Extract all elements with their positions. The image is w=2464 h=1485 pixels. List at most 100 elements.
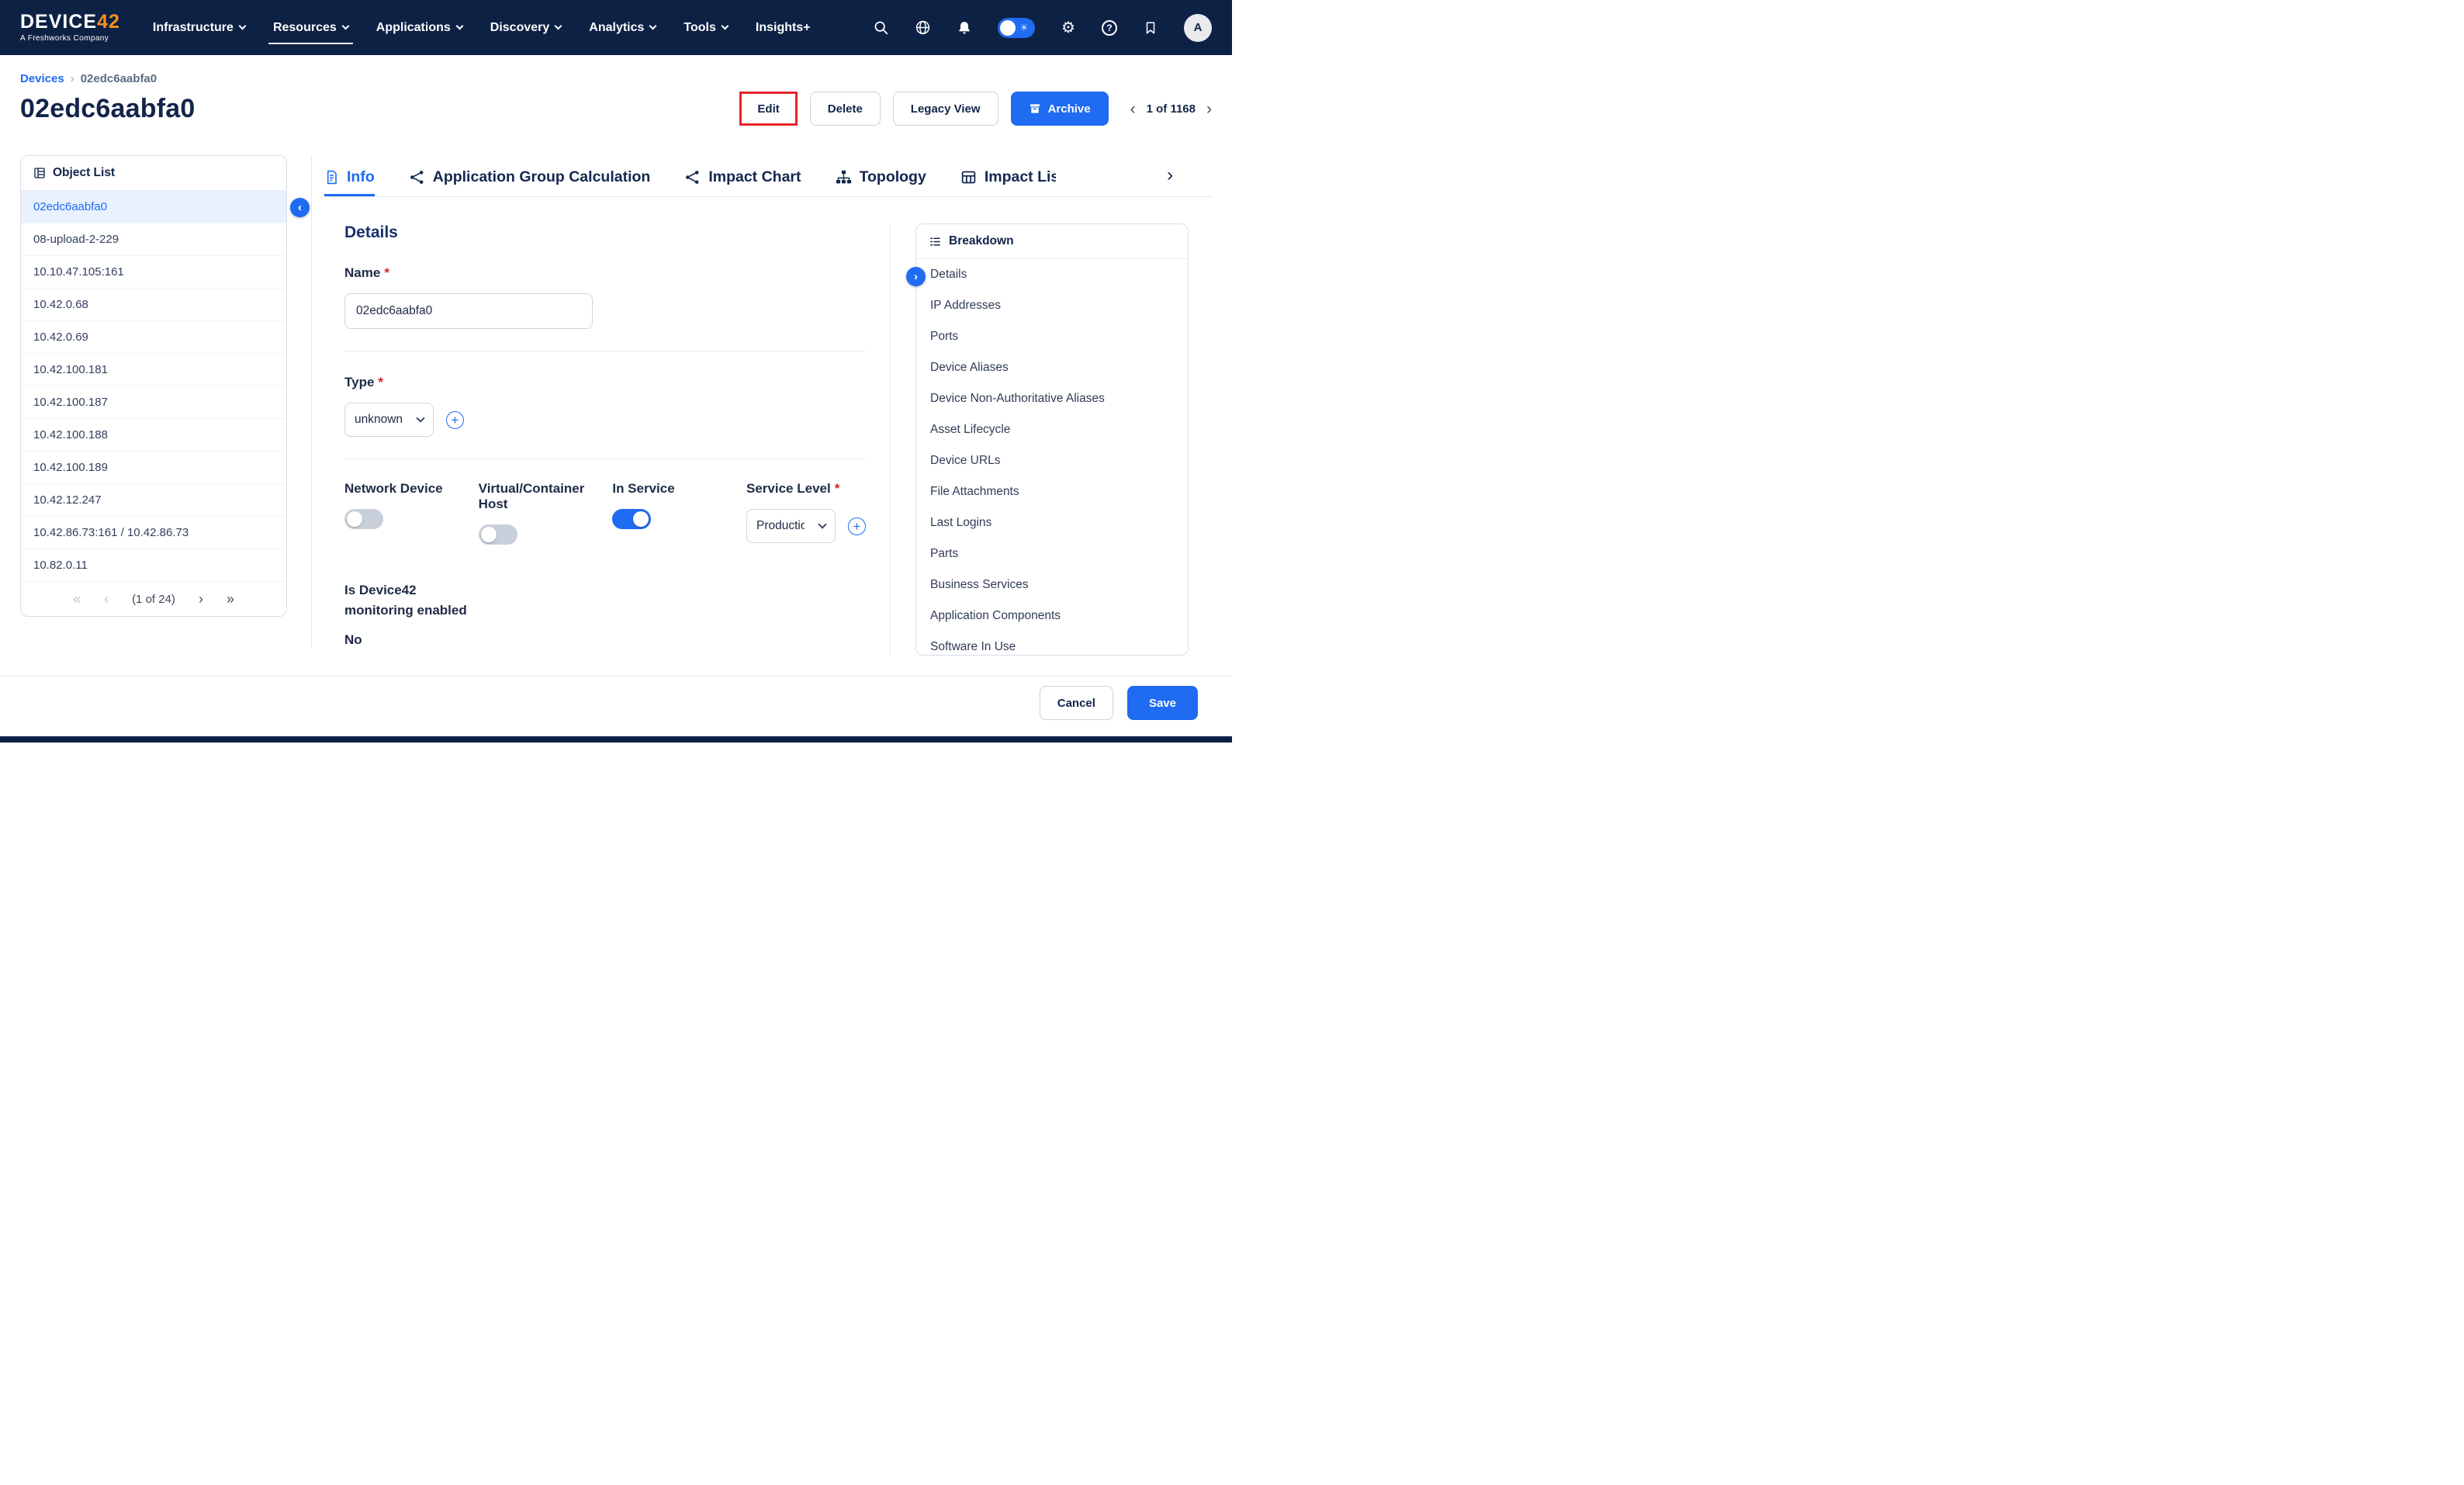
tab-topology[interactable]: Topology	[836, 168, 926, 196]
user-avatar[interactable]: A	[1184, 14, 1212, 42]
nav-item-resources[interactable]: Resources	[273, 0, 348, 55]
list-item[interactable]: 10.42.0.69	[21, 321, 286, 354]
list-item[interactable]: 10.42.100.189	[21, 452, 286, 484]
breakdown-item-business-services[interactable]: Business Services	[916, 569, 1188, 601]
network-share-icon	[409, 169, 425, 185]
service-level-select[interactable]: Production	[746, 509, 836, 543]
breakdown-item-software-in-use[interactable]: Software In Use	[916, 632, 1188, 656]
breakdown-list-icon	[929, 235, 942, 248]
virtual-host-toggle[interactable]	[479, 524, 517, 545]
list-item[interactable]: 10.10.47.105:161	[21, 256, 286, 289]
in-service-field: In Service	[612, 481, 746, 545]
legacy-view-button[interactable]: Legacy View	[893, 92, 998, 126]
page-prev-icon[interactable]: ‹	[104, 592, 109, 606]
network-device-toggle[interactable]	[344, 509, 383, 529]
pager-prev-icon[interactable]: ‹	[1130, 101, 1136, 117]
cancel-button[interactable]: Cancel	[1040, 686, 1113, 720]
device42-logo[interactable]: DEVICE42 A Freshworks Company	[20, 12, 120, 43]
tab-application-group-calculation[interactable]: Application Group Calculation	[409, 168, 651, 196]
add-type-button[interactable]: +	[446, 411, 464, 429]
list-item[interactable]: 10.42.12.247	[21, 484, 286, 517]
tab-label: Application Group Calculation	[433, 168, 651, 186]
expand-breakdown-button[interactable]: ›	[906, 267, 926, 286]
list-item[interactable]: 08-upload-2-229	[21, 223, 286, 256]
settings-gear-icon[interactable]: ⚙	[1060, 19, 1077, 36]
required-marker: *	[835, 481, 840, 497]
nav-item-infrastructure[interactable]: Infrastructure	[153, 0, 245, 55]
tab-info[interactable]: Info	[324, 168, 375, 196]
nav-label: Discovery	[490, 21, 550, 35]
page-first-icon[interactable]: «	[73, 592, 81, 606]
save-button[interactable]: Save	[1127, 686, 1198, 720]
list-item[interactable]: 10.82.0.11	[21, 549, 286, 582]
details-heading: Details	[344, 223, 866, 242]
page-header-row: 02edc6aabfa0 Edit Delete Legacy View Arc…	[0, 85, 1232, 126]
in-service-toggle[interactable]	[612, 509, 651, 529]
breakdown-item-asset-lifecycle[interactable]: Asset Lifecycle	[916, 414, 1188, 445]
add-service-level-button[interactable]: +	[848, 518, 866, 535]
breakdown-item-file-attachments[interactable]: File Attachments	[916, 476, 1188, 507]
archive-icon	[1029, 102, 1041, 115]
nav-label: Analytics	[589, 21, 644, 35]
help-icon[interactable]: ?	[1102, 20, 1117, 36]
breakdown-item-non-authoritative-aliases[interactable]: Device Non-Authoritative Aliases	[916, 383, 1188, 414]
globe-icon[interactable]	[914, 19, 931, 36]
required-marker: *	[384, 265, 389, 281]
nav-item-analytics[interactable]: Analytics	[589, 0, 656, 55]
chevron-down-icon	[721, 22, 728, 30]
breakdown-item-ip-addresses[interactable]: IP Addresses	[916, 290, 1188, 321]
detail-tabs: Info Application Group Calculation Impac…	[324, 157, 1213, 197]
delete-button[interactable]: Delete	[810, 92, 881, 126]
footer-divider	[0, 676, 1232, 677]
tab-impact-list[interactable]: Impact List	[960, 168, 1056, 196]
bookmark-icon[interactable]	[1142, 19, 1159, 36]
name-input[interactable]	[344, 293, 593, 329]
collapse-sidebar-button[interactable]: ‹	[290, 198, 310, 217]
pager-text: 1 of 1168	[1147, 102, 1196, 116]
nav-item-applications[interactable]: Applications	[376, 0, 462, 55]
tab-impact-chart[interactable]: Impact Chart	[684, 168, 801, 196]
breakdown-item-device-aliases[interactable]: Device Aliases	[916, 352, 1188, 383]
edit-button[interactable]: Edit	[742, 94, 794, 123]
breakdown-item-device-urls[interactable]: Device URLs	[916, 445, 1188, 476]
page-last-icon[interactable]: »	[227, 592, 234, 606]
archive-button[interactable]: Archive	[1011, 92, 1109, 126]
list-item[interactable]: 10.42.100.187	[21, 386, 286, 419]
type-select-value: unknown	[355, 413, 403, 427]
chevron-down-icon	[341, 22, 349, 30]
search-icon[interactable]	[872, 19, 889, 36]
pager-next-icon[interactable]: ›	[1206, 101, 1212, 117]
breakdown-item-application-components[interactable]: Application Components	[916, 601, 1188, 632]
list-item[interactable]: 10.42.100.188	[21, 419, 286, 452]
nav-label: Insights+	[756, 21, 811, 35]
breadcrumb-separator: ›	[71, 72, 74, 85]
list-item[interactable]: 10.42.0.68	[21, 289, 286, 321]
breakdown-item-ports[interactable]: Ports	[916, 321, 1188, 352]
brand-primary: DEVICE	[20, 11, 97, 33]
breakdown-item-last-logins[interactable]: Last Logins	[916, 507, 1188, 538]
chevron-down-icon	[649, 22, 657, 30]
list-item[interactable]: 02edc6aabfa0	[21, 191, 286, 223]
breakdown-item-details[interactable]: Details	[916, 259, 1188, 290]
edit-annotation-box: Edit	[739, 92, 797, 126]
tabs-scroll-right-icon[interactable]: ›	[1167, 166, 1173, 185]
list-item[interactable]: 10.42.86.73:161 / 10.42.86.73	[21, 517, 286, 549]
table-icon	[960, 169, 977, 185]
nav-item-tools[interactable]: Tools	[683, 0, 727, 55]
nav-item-insights[interactable]: Insights+	[756, 0, 811, 55]
notifications-bell-icon[interactable]	[956, 19, 973, 36]
main-nav: Infrastructure Resources Applications Di…	[153, 0, 811, 55]
field-label-text: Type	[344, 375, 374, 390]
theme-toggle[interactable]: ☀	[998, 18, 1035, 38]
nav-item-discovery[interactable]: Discovery	[490, 0, 562, 55]
record-pager: ‹ 1 of 1168 ›	[1130, 101, 1212, 117]
breadcrumb-devices-link[interactable]: Devices	[20, 72, 64, 85]
name-field-label: Name *	[344, 265, 866, 281]
breakdown-item-parts[interactable]: Parts	[916, 538, 1188, 569]
nav-label: Applications	[376, 21, 451, 35]
network-device-label: Network Device	[344, 481, 479, 497]
type-select[interactable]: unknown	[344, 403, 434, 437]
object-list-panel: Object List 02edc6aabfa0 08-upload-2-229…	[20, 155, 287, 617]
page-next-icon[interactable]: ›	[199, 592, 203, 606]
list-item[interactable]: 10.42.100.181	[21, 354, 286, 386]
